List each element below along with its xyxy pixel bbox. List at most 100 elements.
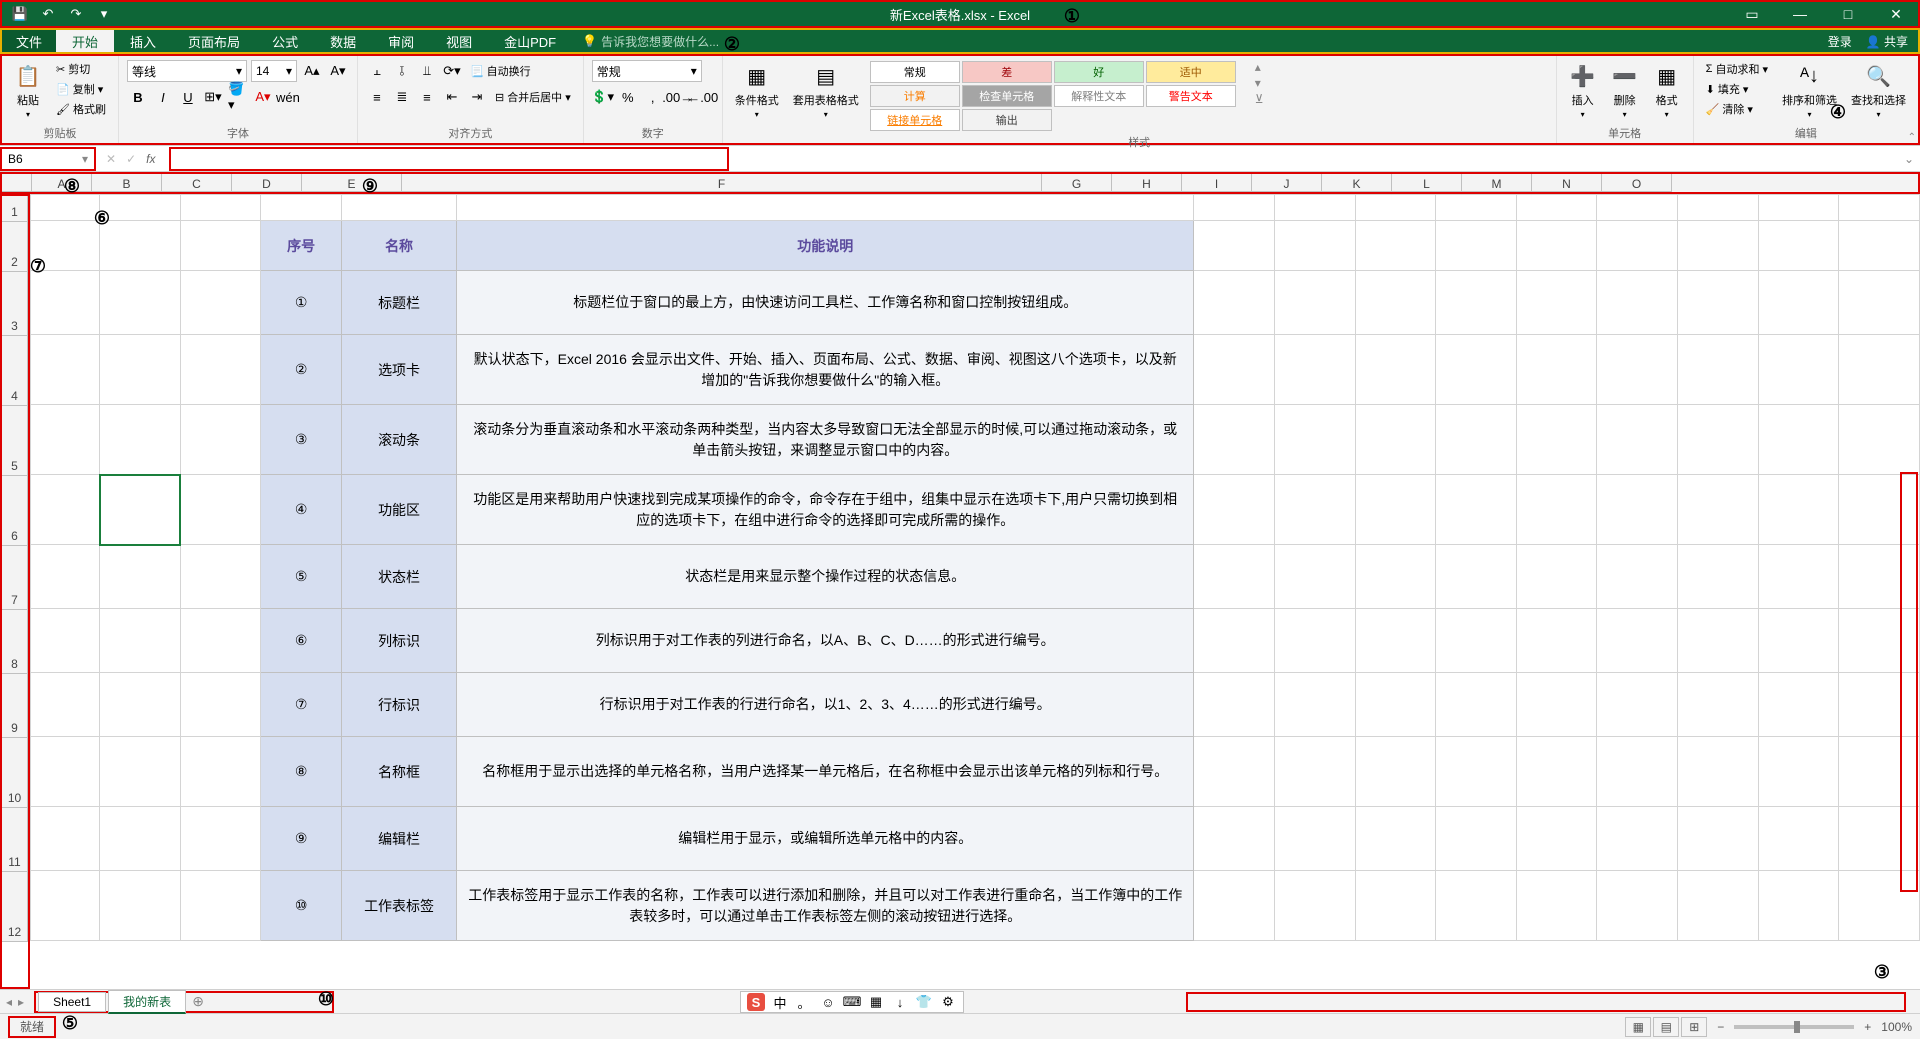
cell-F10[interactable]: 名称框用于显示出选择的单元格名称，当用户选择某一单元格后，在名称框中会显示出该单… [457,737,1194,807]
cell-E8[interactable]: 列标识 [341,609,456,673]
insert-cells-button[interactable]: ➕插入▾ [1565,60,1601,121]
align-bottom-button[interactable]: ⫫ [416,60,438,82]
col-header-J[interactable]: J [1252,174,1322,192]
cell-M5[interactable] [1678,405,1759,475]
cell-N7[interactable] [1758,545,1839,609]
row-header-1[interactable]: 1 [2,196,28,222]
row-header-9[interactable]: 9 [2,674,28,738]
cell-I11[interactable] [1355,807,1436,871]
cell-B8[interactable] [100,609,181,673]
cell-M12[interactable] [1678,871,1759,941]
tab-数据[interactable]: 数据 [314,30,372,52]
cell-J12[interactable] [1436,871,1517,941]
cell-O2[interactable] [1839,221,1920,271]
tab-视图[interactable]: 视图 [430,30,488,52]
style-警告文本[interactable]: 警告文本 [1146,85,1236,107]
cell-I5[interactable] [1355,405,1436,475]
cell-A5[interactable] [31,405,100,475]
col-header-H[interactable]: H [1112,174,1182,192]
cell-D10[interactable]: ⑧ [261,737,342,807]
row-header-11[interactable]: 11 [2,808,28,872]
cell-H1[interactable] [1274,195,1355,221]
cell-K9[interactable] [1516,673,1597,737]
cell-I12[interactable] [1355,871,1436,941]
cell-H7[interactable] [1274,545,1355,609]
cell-N12[interactable] [1758,871,1839,941]
cell-B7[interactable] [100,545,181,609]
cell-D6[interactable]: ④ [261,475,342,545]
cell-B3[interactable] [100,271,181,335]
fx-icon[interactable]: fx [146,152,155,166]
cell-A10[interactable] [31,737,100,807]
cell-A3[interactable] [31,271,100,335]
ime-item-7[interactable]: ⚙ [939,993,957,1011]
zoom-in-button[interactable]: + [1864,1020,1871,1034]
cell-M4[interactable] [1678,335,1759,405]
cell-D11[interactable]: ⑨ [261,807,342,871]
tab-页面布局[interactable]: 页面布局 [172,30,256,52]
cell-C12[interactable] [180,871,261,941]
cell-E3[interactable]: 标题栏 [341,271,456,335]
redo-icon[interactable]: ↷ [66,4,86,24]
cell-J3[interactable] [1436,271,1517,335]
cut-button[interactable]: ✂ 剪切 [52,60,110,78]
cell-N4[interactable] [1758,335,1839,405]
style-输出[interactable]: 输出 [962,109,1052,131]
sheet-tab-我的新表[interactable]: 我的新表 [108,990,186,1014]
cell-J7[interactable] [1436,545,1517,609]
formula-bar-input[interactable] [169,147,729,171]
cell-D12[interactable]: ⑩ [261,871,342,941]
cell-I4[interactable] [1355,335,1436,405]
cell-B11[interactable] [100,807,181,871]
tab-审阅[interactable]: 审阅 [372,30,430,52]
cell-G2[interactable] [1194,221,1275,271]
cell-B4[interactable] [100,335,181,405]
cell-F9[interactable]: 行标识用于对工作表的行进行命名，以1、2、3、4……的形式进行编号。 [457,673,1194,737]
cell-M10[interactable] [1678,737,1759,807]
cell-E12[interactable]: 工作表标签 [341,871,456,941]
cell-J9[interactable] [1436,673,1517,737]
cell-J1[interactable] [1436,195,1517,221]
cell-F12[interactable]: 工作表标签用于显示工作表的名称，工作表可以进行添加和删除，并且可以对工作表进行重… [457,871,1194,941]
cell-H8[interactable] [1274,609,1355,673]
format-painter-button[interactable]: 🖌 格式刷 [52,100,110,118]
cell-L10[interactable] [1597,737,1678,807]
clear-button[interactable]: 🧹 清除 ▾ [1702,100,1772,118]
col-header-G[interactable]: G [1042,174,1112,192]
cell-D9[interactable]: ⑦ [261,673,342,737]
cell-I3[interactable] [1355,271,1436,335]
cell-L7[interactable] [1597,545,1678,609]
cell-E11[interactable]: 编辑栏 [341,807,456,871]
cell-F6[interactable]: 功能区是用来帮助用户快速找到完成某项操作的命令，命令存在于组中，组集中显示在选项… [457,475,1194,545]
align-center-button[interactable]: ≣ [391,86,413,108]
cell-I1[interactable] [1355,195,1436,221]
cell-E9[interactable]: 行标识 [341,673,456,737]
cell-M2[interactable] [1678,221,1759,271]
cell-K1[interactable] [1516,195,1597,221]
cell-B10[interactable] [100,737,181,807]
cell-E2[interactable]: 名称 [341,221,456,271]
cell-L2[interactable] [1597,221,1678,271]
cell-F3[interactable]: 标题栏位于窗口的最上方，由快速访问工具栏、工作簿名称和窗口控制按钮组成。 [457,271,1194,335]
autosum-button[interactable]: Σ 自动求和 ▾ [1702,60,1772,78]
cell-C8[interactable] [180,609,261,673]
cell-K6[interactable] [1516,475,1597,545]
vertical-scrollbar[interactable] [1900,472,1918,892]
sheet-tab-Sheet1[interactable]: Sheet1 [38,992,106,1012]
cell-A7[interactable] [31,545,100,609]
cell-J8[interactable] [1436,609,1517,673]
cell-N10[interactable] [1758,737,1839,807]
cell-G9[interactable] [1194,673,1275,737]
cell-H10[interactable] [1274,737,1355,807]
cell-O4[interactable] [1839,335,1920,405]
cell-G5[interactable] [1194,405,1275,475]
row-header-2[interactable]: 2 [2,222,28,272]
cell-I7[interactable] [1355,545,1436,609]
cell-I8[interactable] [1355,609,1436,673]
qat-customize-icon[interactable]: ▾ [94,4,114,24]
cell-O5[interactable] [1839,405,1920,475]
horizontal-scrollbar[interactable] [1186,992,1906,1012]
cell-G6[interactable] [1194,475,1275,545]
cell-H11[interactable] [1274,807,1355,871]
decrease-decimal-button[interactable]: ←.00 [692,86,714,108]
